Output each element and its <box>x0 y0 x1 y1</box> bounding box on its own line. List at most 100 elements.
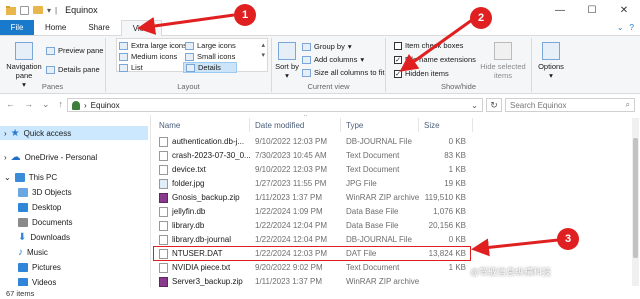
chevron-down-icon[interactable]: ⌄ <box>617 23 624 32</box>
file-row[interactable]: folder.jpg 1/27/2023 11:55 PM JPG File 1… <box>150 177 632 190</box>
panes-group: Navigation pane ▾ Preview pane Details p… <box>0 38 106 92</box>
column-divider[interactable] <box>340 118 341 132</box>
file-name-extensions-toggle[interactable]: ✓ File name extensions <box>394 55 476 64</box>
maximize-icon[interactable]: ☐ <box>576 0 608 20</box>
recent-locations-icon[interactable]: ⌄ <box>42 99 50 110</box>
folder-icon <box>6 5 16 15</box>
layout-details[interactable]: Details <box>183 62 237 73</box>
quick-access-toolbar: ▾ | <box>20 5 57 15</box>
up-icon[interactable]: ↑ <box>59 99 64 110</box>
nav-videos[interactable]: Videos <box>0 275 56 286</box>
nav-quick-access[interactable]: › ★ Quick access <box>0 126 148 140</box>
column-header-date[interactable]: Date modified <box>255 118 341 132</box>
file-type: WinRAR ZIP archive <box>346 277 420 286</box>
scrollbar-thumb[interactable] <box>633 138 638 258</box>
file-size: 19 KB <box>444 179 466 188</box>
preview-pane-button[interactable]: Preview pane <box>46 46 103 55</box>
text-file-icon <box>159 150 168 161</box>
nav-pictures[interactable]: Pictures <box>0 260 61 274</box>
minimize-icon[interactable]: — <box>544 0 576 20</box>
refresh-button[interactable]: ↻ <box>486 98 502 112</box>
checkbox-checked[interactable]: ✓ <box>394 69 402 78</box>
column-divider[interactable] <box>472 118 473 132</box>
file-row[interactable]: jellyfin.db 1/22/2024 1:09 PM Data Base … <box>150 205 632 218</box>
file-type: DB-JOURNAL File <box>346 235 412 244</box>
vertical-scrollbar[interactable] <box>632 118 639 286</box>
address-box[interactable]: › Equinox ⌄ <box>67 98 483 112</box>
size-columns-icon <box>302 68 311 77</box>
properties-icon[interactable] <box>20 5 29 15</box>
layout-list[interactable]: List <box>119 63 143 72</box>
details-pane-button[interactable]: Details pane <box>46 65 100 74</box>
search-input[interactable]: Search Equinox ⌕ <box>505 98 635 112</box>
options-button[interactable]: Options ▾ <box>534 42 568 80</box>
nav-documents[interactable]: Documents <box>0 215 72 229</box>
nav-downloads[interactable]: ⬇ Downloads <box>0 230 70 244</box>
file-size: 20,156 KB <box>428 221 466 230</box>
sort-by-button[interactable]: Sort by ▾ <box>275 42 299 80</box>
file-name: authentication.db-j... <box>159 135 251 148</box>
show-hide-group-label: Show/hide <box>440 82 477 91</box>
file-row[interactable]: crash-2023-07-30_0... 7/30/2023 10:45 AM… <box>150 149 632 162</box>
file-name: Gnosis_backup.zip <box>159 191 251 204</box>
videos-icon <box>18 277 28 286</box>
group-by-button[interactable]: Group by ▾ <box>302 42 352 51</box>
file-type: DAT File <box>346 249 377 258</box>
nav-music[interactable]: ♪ Music <box>0 245 48 259</box>
file-row[interactable]: device.txt 9/10/2022 12:03 PM Text Docum… <box>150 163 632 176</box>
file-icon <box>159 136 168 147</box>
hidden-items-toggle[interactable]: ✓ Hidden items <box>394 69 449 78</box>
file-row[interactable]: Gnosis_backup.zip 1/11/2023 1:37 PM WinR… <box>150 191 632 204</box>
size-all-columns-button[interactable]: Size all columns to fit <box>302 68 384 77</box>
chevron-down-icon[interactable]: ⌄ <box>4 173 11 182</box>
nav-3d-objects[interactable]: 3D Objects <box>0 185 72 199</box>
column-divider[interactable] <box>418 118 419 132</box>
layout-extra-large-icons[interactable]: Extra large icons <box>119 41 187 50</box>
file-row-highlighted[interactable]: NTUSER.DAT 1/22/2024 12:03 PM DAT File 1… <box>153 246 471 261</box>
item-check-boxes-toggle[interactable]: Item check boxes <box>394 41 463 50</box>
column-header-name[interactable]: Name <box>159 118 251 132</box>
gallery-scroll[interactable]: ▴ ▾ <box>261 41 265 61</box>
layout-medium-icons[interactable]: Medium icons <box>119 52 177 61</box>
chevron-down-icon[interactable]: ▾ <box>47 6 51 15</box>
forward-icon[interactable]: → <box>24 99 33 110</box>
layout-large-icons[interactable]: Large icons <box>185 41 236 50</box>
text-file-icon <box>159 164 168 175</box>
breadcrumb-arrow-icon[interactable]: › <box>84 101 87 110</box>
title-bar: ▾ | Equinox — ☐ ✕ <box>0 0 640 20</box>
close-icon[interactable]: ✕ <box>608 0 640 20</box>
column-header-size[interactable]: Size <box>424 118 474 132</box>
tab-share[interactable]: Share <box>77 20 120 35</box>
tab-view[interactable]: View <box>120 20 162 36</box>
hide-selected-items-button[interactable]: Hide selected items <box>478 42 528 80</box>
chevron-right-icon[interactable]: › <box>4 153 7 162</box>
layout-small-icons[interactable]: Small icons <box>185 52 235 61</box>
desktop-icon <box>18 202 28 212</box>
chevron-right-icon[interactable]: › <box>4 129 7 138</box>
medium-icons-icon <box>119 52 128 61</box>
back-icon[interactable]: ← <box>6 99 15 110</box>
chevron-down-icon: ▾ <box>549 71 553 80</box>
help-icon[interactable]: ? <box>630 23 634 32</box>
file-date: 1/27/2023 11:55 PM <box>255 179 327 188</box>
file-row[interactable]: NVIDIA piece.txt 9/20/2022 9:02 PM Text … <box>150 261 632 274</box>
tab-file[interactable]: File <box>0 20 34 35</box>
nav-this-pc[interactable]: ⌄ This PC <box>0 170 57 184</box>
column-header-type[interactable]: Type <box>346 118 420 132</box>
file-size: 1 KB <box>448 165 466 174</box>
column-divider[interactable] <box>249 118 250 132</box>
new-folder-icon[interactable] <box>33 6 43 14</box>
watermark-text: @驾驭信息纵横科技 <box>470 267 552 277</box>
breadcrumb-current[interactable]: Equinox <box>91 101 120 110</box>
checkbox[interactable] <box>394 41 402 50</box>
tab-home[interactable]: Home <box>34 20 77 35</box>
file-row[interactable]: Server3_backup.zip 1/11/2023 1:37 PM Win… <box>150 275 632 287</box>
checkbox-checked[interactable]: ✓ <box>394 55 402 64</box>
file-row[interactable]: authentication.db-j... 9/10/2022 12:03 P… <box>150 135 632 148</box>
nav-onedrive[interactable]: › ☁ OneDrive - Personal <box>0 150 97 164</box>
add-columns-button[interactable]: Add columns ▾ <box>302 55 364 64</box>
chevron-down-icon[interactable]: ⌄ <box>471 101 478 110</box>
zip-icon <box>159 192 168 203</box>
nav-desktop[interactable]: Desktop <box>0 200 61 214</box>
annotation-badge-1: 1 <box>234 4 256 26</box>
